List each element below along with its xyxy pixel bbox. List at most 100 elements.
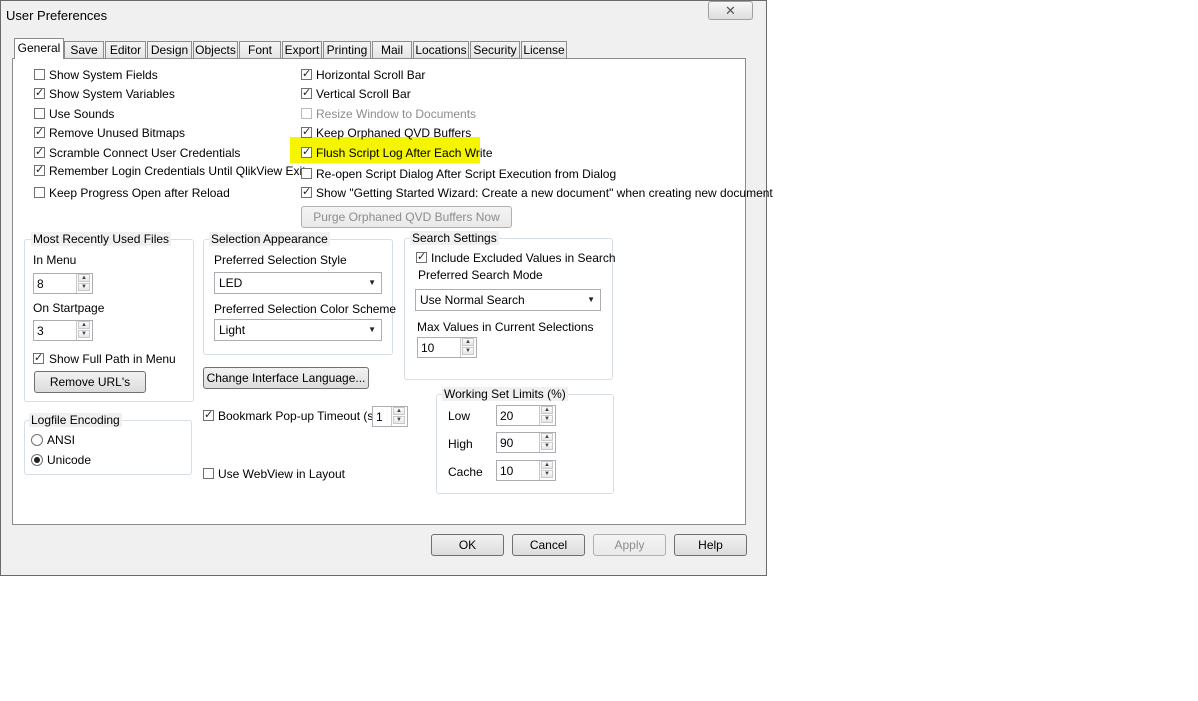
in-menu-arrows: ▲ ▼: [76, 274, 92, 293]
vertical-scroll-bar-label: Vertical Scroll Bar: [316, 87, 411, 101]
resize-window-checkbox[interactable]: [301, 108, 312, 119]
selection-appearance-title: Selection Appearance: [209, 232, 330, 246]
spin-down-icon[interactable]: ▼: [541, 470, 553, 478]
vertical-scroll-bar-checkbox[interactable]: [301, 86, 312, 99]
max-values-value: 10: [421, 341, 435, 355]
mru-group-title: Most Recently Used Files: [31, 232, 172, 246]
bookmark-timeout-arrows: ▲ ▼: [391, 407, 407, 426]
use-webview-label: Use WebView in Layout: [218, 467, 345, 481]
tab-objects[interactable]: Objects: [193, 41, 238, 59]
in-menu-spinner[interactable]: 8 ▲ ▼: [33, 273, 93, 294]
max-values-spinner[interactable]: 10 ▲ ▼: [417, 337, 477, 358]
high-label: High: [448, 437, 473, 451]
search-mode-select[interactable]: Use Normal Search ▼: [415, 289, 601, 311]
selection-color-select[interactable]: Light ▼: [214, 319, 382, 341]
tab-general[interactable]: General: [14, 38, 64, 59]
apply-button[interactable]: Apply: [593, 534, 666, 556]
on-startpage-value: 3: [37, 324, 44, 338]
spin-down-icon[interactable]: ▼: [393, 416, 405, 424]
on-startpage-spinner[interactable]: 3 ▲ ▼: [33, 320, 93, 341]
show-full-path-label: Show Full Path in Menu: [49, 352, 176, 366]
spin-down-icon[interactable]: ▼: [541, 442, 553, 450]
low-label: Low: [448, 409, 471, 423]
keep-orphaned-qvd-checkbox[interactable]: [301, 125, 312, 138]
spin-up-icon[interactable]: ▲: [462, 338, 474, 346]
remove-urls-button[interactable]: Remove URL's: [34, 371, 146, 393]
chevron-down-icon: ▼: [587, 295, 595, 304]
purge-qvd-buffers-button[interactable]: Purge Orphaned QVD Buffers Now: [301, 206, 512, 228]
low-spinner[interactable]: 20 ▲ ▼: [496, 405, 556, 426]
selection-color-label: Preferred Selection Color Scheme: [214, 302, 397, 316]
in-menu-value: 8: [37, 277, 44, 291]
bookmark-timeout-checkbox[interactable]: [203, 408, 214, 421]
show-system-variables-checkbox[interactable]: [34, 86, 45, 99]
include-excluded-checkbox[interactable]: [416, 250, 427, 263]
spin-up-icon[interactable]: ▲: [78, 274, 90, 282]
unicode-radio[interactable]: [31, 454, 43, 466]
tab-editor[interactable]: Editor: [105, 41, 146, 59]
chevron-down-icon: ▼: [368, 278, 376, 287]
spin-up-icon[interactable]: ▲: [541, 461, 553, 469]
selection-style-label: Preferred Selection Style: [214, 253, 347, 267]
spin-up-icon[interactable]: ▲: [541, 406, 553, 414]
tab-locations[interactable]: Locations: [413, 41, 469, 59]
bookmark-timeout-label: Bookmark Pop-up Timeout (s): [218, 409, 378, 423]
ansi-radio[interactable]: [31, 434, 43, 446]
cache-spinner[interactable]: 10 ▲ ▼: [496, 460, 556, 481]
use-sounds-label: Use Sounds: [49, 107, 115, 121]
show-system-fields-checkbox[interactable]: [34, 69, 45, 80]
in-menu-label: In Menu: [33, 253, 77, 267]
tab-license[interactable]: License: [521, 41, 567, 59]
use-sounds-checkbox[interactable]: [34, 108, 45, 119]
getting-started-wizard-checkbox[interactable]: [301, 185, 312, 198]
low-value: 20: [500, 409, 514, 423]
scramble-credentials-checkbox[interactable]: [34, 145, 45, 158]
tab-printing[interactable]: Printing: [323, 41, 371, 59]
high-spinner[interactable]: 90 ▲ ▼: [496, 432, 556, 453]
remember-login-label: Remember Login Credentials Until QlikVie…: [49, 164, 312, 178]
remove-unused-bitmaps-checkbox[interactable]: [34, 125, 45, 138]
show-full-path-checkbox[interactable]: [33, 351, 44, 364]
spin-up-icon[interactable]: ▲: [393, 407, 405, 415]
spin-down-icon[interactable]: ▼: [78, 330, 90, 338]
close-button[interactable]: ✕: [708, 1, 753, 20]
tab-export[interactable]: Export: [282, 41, 322, 59]
search-settings-title: Search Settings: [410, 231, 499, 245]
include-excluded-label: Include Excluded Values in Search: [431, 251, 616, 265]
getting-started-wizard-label: Show "Getting Started Wizard: Create a n…: [316, 186, 773, 200]
bookmark-timeout-value: 1: [376, 410, 383, 424]
on-startpage-label: On Startpage: [33, 301, 105, 315]
chevron-down-icon: ▼: [368, 325, 376, 334]
ok-button[interactable]: OK: [431, 534, 504, 556]
selection-style-select[interactable]: LED ▼: [214, 272, 382, 294]
spin-up-icon[interactable]: ▲: [78, 321, 90, 329]
cancel-button[interactable]: Cancel: [512, 534, 585, 556]
tab-save[interactable]: Save: [64, 41, 104, 59]
window-title: User Preferences: [6, 8, 108, 23]
tab-security[interactable]: Security: [470, 41, 520, 59]
reopen-script-dialog-checkbox[interactable]: [301, 168, 312, 179]
remember-login-checkbox[interactable]: [34, 163, 45, 176]
change-language-button[interactable]: Change Interface Language...: [203, 367, 369, 389]
keep-progress-open-checkbox[interactable]: [34, 187, 45, 198]
tab-font[interactable]: Font: [239, 41, 281, 59]
keep-progress-open-label: Keep Progress Open after Reload: [49, 186, 230, 200]
tab-mail[interactable]: Mail: [372, 41, 412, 59]
bookmark-timeout-spinner[interactable]: 1 ▲ ▼: [372, 406, 408, 427]
spin-down-icon[interactable]: ▼: [541, 415, 553, 423]
spin-down-icon[interactable]: ▼: [462, 347, 474, 355]
use-webview-checkbox[interactable]: [203, 468, 214, 479]
working-set-title: Working Set Limits (%): [442, 387, 568, 401]
tab-design[interactable]: Design: [147, 41, 192, 59]
search-mode-label: Preferred Search Mode: [418, 268, 543, 282]
on-startpage-arrows: ▲ ▼: [76, 321, 92, 340]
spin-up-icon[interactable]: ▲: [541, 433, 553, 441]
help-button[interactable]: Help: [674, 534, 747, 556]
max-values-arrows: ▲ ▼: [460, 338, 476, 357]
selection-style-value: LED: [219, 276, 243, 290]
show-system-variables-label: Show System Variables: [49, 87, 175, 101]
selection-color-value: Light: [219, 323, 246, 337]
horizontal-scroll-bar-checkbox[interactable]: [301, 67, 312, 80]
flush-script-log-checkbox[interactable]: [301, 145, 312, 158]
spin-down-icon[interactable]: ▼: [78, 283, 90, 291]
